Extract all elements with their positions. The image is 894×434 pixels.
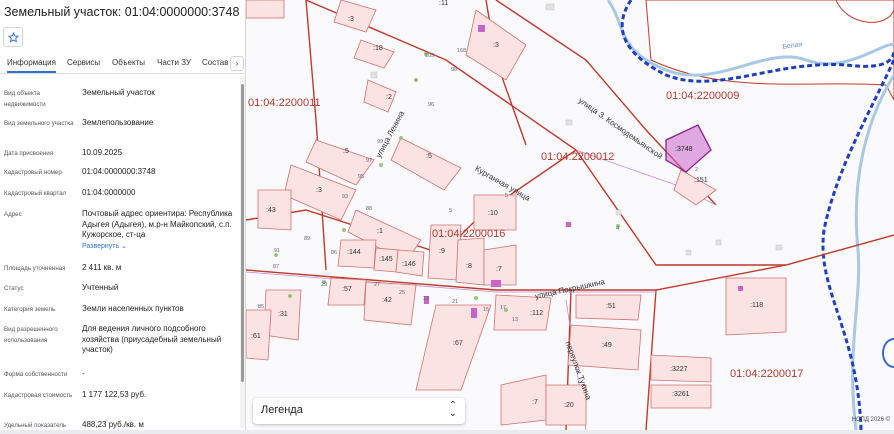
parcel-label[interactable]: :3261 — [672, 391, 690, 398]
parcel-label[interactable]: :31 — [278, 311, 288, 318]
parcel-label[interactable]: :118 — [750, 302, 763, 309]
house-number: 97 — [366, 158, 373, 164]
parcel-label[interactable]: :10 — [488, 210, 498, 217]
house-number: 29 — [321, 282, 328, 288]
info-panel: Земельный участок: 01:04:0000000:3748 Ин… — [0, 0, 246, 430]
parcel-label[interactable]: :3 — [348, 16, 354, 23]
star-icon — [7, 31, 19, 43]
parcel-label[interactable]: :112 — [530, 310, 543, 317]
parcel-label[interactable]: :43 — [266, 207, 276, 214]
house-number: 21 — [452, 299, 459, 305]
address-text: Почтовый адрес ориентира: Республика Ады… — [82, 209, 233, 239]
house-number: 27 — [374, 282, 381, 288]
house-number: 98 — [451, 67, 458, 73]
parcel-label[interactable]: :51 — [606, 303, 616, 310]
house-number: 23 — [423, 296, 430, 302]
house-number: 96 — [428, 102, 435, 108]
parcel-label[interactable]: :7 — [532, 399, 538, 406]
parcel-label[interactable]: :20 — [564, 402, 574, 409]
river-stream — [851, 74, 894, 430]
house-number: 5 — [505, 193, 509, 199]
tab-composition[interactable]: Состав — [202, 58, 229, 67]
legend-label: Легенда — [261, 404, 303, 416]
house-number: 91 — [274, 248, 281, 254]
parcel-label[interactable]: :1 — [377, 228, 383, 235]
quarter-label: 01:04:2200016 — [432, 228, 506, 240]
tab-parts[interactable]: Части ЗУ — [157, 58, 191, 67]
map-canvas — [246, 0, 894, 430]
taskbar — [0, 430, 894, 434]
house-number: 168 — [457, 48, 467, 54]
tabs-next-button[interactable]: › — [230, 56, 244, 71]
parcel-label[interactable]: :42 — [382, 297, 392, 304]
house-number: 95 — [358, 174, 365, 180]
river-bank — [645, 0, 894, 101]
house-number: 89 — [304, 236, 311, 242]
parcel-label[interactable]: :18 — [373, 45, 383, 52]
house-number: 25 — [399, 290, 406, 296]
house-number: 88 — [366, 206, 373, 212]
quarter-label: 01:04:2200011 — [248, 97, 321, 109]
parcel-label[interactable]: :145 — [379, 256, 393, 263]
parcel-label[interactable]: :151 — [694, 177, 708, 184]
chevron-right-icon: › — [235, 59, 239, 68]
parcel-label[interactable]: :9 — [439, 248, 445, 255]
chevron-down-icon: ⌄ — [121, 242, 127, 250]
scrollbar-thumb[interactable] — [241, 84, 244, 382]
house-number: 13 — [512, 317, 519, 323]
house-number: 105 — [425, 53, 435, 59]
selected-parcel-label[interactable]: :3748 — [675, 146, 693, 153]
parcel-label[interactable]: :146 — [402, 261, 416, 268]
parcel-label[interactable]: :2 — [386, 94, 392, 101]
house-number: 4 — [616, 226, 620, 232]
parcel-label[interactable]: :3 — [316, 187, 322, 194]
parcel-label[interactable]: :67 — [453, 340, 463, 347]
panel-title: Земельный участок: 01:04:0000000:3748 — [4, 5, 240, 19]
parcel-label[interactable]: :5 — [343, 148, 349, 155]
house-number: 5 — [449, 208, 453, 214]
parcel-label[interactable]: :7 — [496, 266, 502, 273]
cadastral-map[interactable]: 01:04:2200011 01:04:2200009 01:04:220001… — [246, 0, 894, 430]
house-number: 85 — [258, 304, 265, 310]
parcel-label[interactable]: :144 — [347, 249, 361, 256]
legend-dropdown[interactable]: Легенда ⌃ ⌄ — [253, 398, 465, 424]
quarter-label: 01:04:2200009 — [666, 90, 740, 102]
expand-address-link[interactable]: Развернуть ⌄ — [82, 242, 127, 253]
parcel-label[interactable]: :11 — [439, 0, 448, 7]
tab-services[interactable]: Сервисы — [67, 58, 100, 67]
parcel-label[interactable]: :49 — [602, 342, 612, 349]
house-number: 99 — [377, 139, 384, 145]
house-number: 2 — [695, 167, 699, 173]
parcel-label[interactable]: :61 — [251, 333, 261, 340]
parcel-label[interactable]: :5 — [426, 153, 432, 160]
parcel-label[interactable]: :3 — [493, 42, 499, 49]
tab-objects[interactable]: Объекты — [112, 58, 145, 67]
house-number: 15 — [483, 307, 490, 313]
favorite-button[interactable] — [3, 27, 23, 47]
tab-bar: Информация Сервисы Объекты Части ЗУ Сост… — [0, 54, 245, 74]
tab-info[interactable]: Информация — [7, 58, 56, 73]
copyright-text: НСПД 2026 © — [851, 417, 890, 423]
chevron-up-down-icon: ⌃ ⌄ — [448, 400, 457, 419]
parcel-label[interactable]: :8 — [466, 263, 472, 270]
house-number: 87 — [273, 264, 280, 270]
house-number: 86 — [331, 250, 338, 256]
parcel-label[interactable]: :57 — [342, 286, 352, 293]
house-number: 17 — [500, 305, 507, 311]
quarter-label: 01:04:2200017 — [730, 368, 804, 380]
quarter-label: 01:04:2200012 — [541, 151, 615, 163]
parcel-label[interactable]: :3227 — [670, 366, 688, 373]
house-number: 93 — [342, 194, 349, 200]
